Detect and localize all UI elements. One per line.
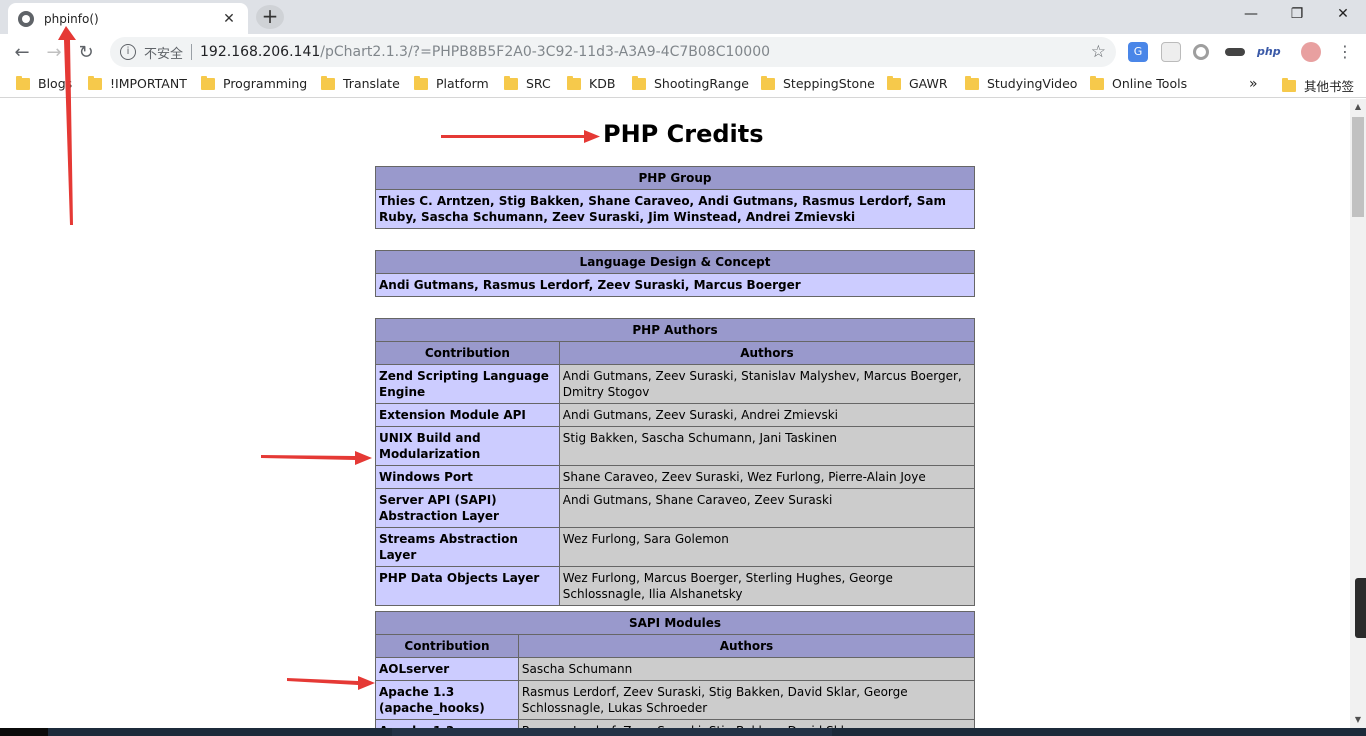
arrow-to-page-title bbox=[441, 130, 600, 143]
arrow-to-apache bbox=[287, 676, 375, 690]
scroll-thumb[interactable] bbox=[1352, 117, 1364, 217]
scroll-down-icon[interactable]: ▼ bbox=[1350, 712, 1366, 728]
taskbar-app[interactable] bbox=[392, 728, 832, 736]
annotation-arrows bbox=[58, 26, 600, 690]
scroll-up-icon[interactable]: ▲ bbox=[1350, 99, 1366, 115]
arrow-to-tab-title bbox=[58, 26, 76, 225]
os-taskbar bbox=[0, 728, 1366, 736]
side-widget[interactable] bbox=[1355, 578, 1366, 638]
start-button[interactable] bbox=[0, 728, 48, 736]
arrow-to-unix-build bbox=[261, 451, 372, 465]
